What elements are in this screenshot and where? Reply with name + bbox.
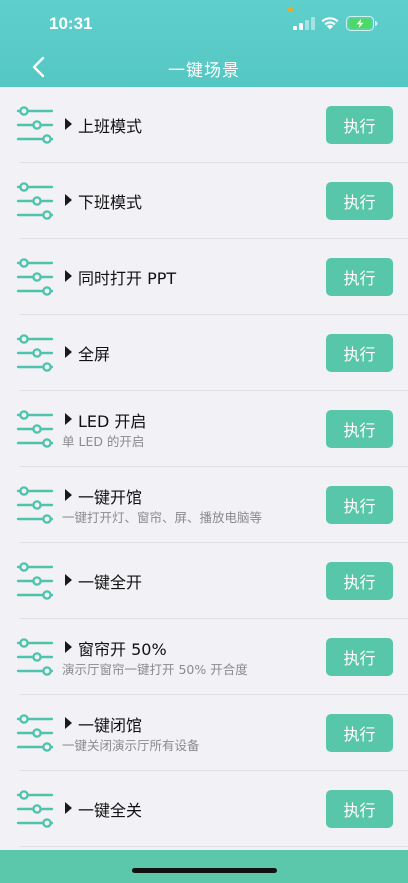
expand-triangle-icon — [65, 346, 72, 358]
execute-button[interactable]: 执行 — [326, 106, 393, 144]
expand-triangle-icon — [65, 270, 72, 282]
sliders-icon — [16, 713, 54, 753]
execute-button[interactable]: 执行 — [326, 410, 393, 448]
top-bar: 10:31 一键场景 — [0, 0, 408, 87]
scene-row[interactable]: 上班模式 执行 — [0, 87, 408, 163]
scene-title: 下班模式 — [78, 193, 143, 212]
sliders-icon — [16, 409, 54, 449]
execute-button[interactable]: 执行 — [326, 486, 393, 524]
recording-dot-icon — [288, 7, 293, 12]
cellular-signal-icon — [293, 17, 315, 30]
sliders-icon — [16, 637, 54, 677]
scene-row[interactable]: 一键开馆一键打开灯、窗帘、屏、播放电脑等 执行 — [0, 467, 408, 543]
execute-button[interactable]: 执行 — [326, 258, 393, 296]
status-bar: 10:31 — [0, 0, 408, 48]
expand-triangle-icon — [65, 118, 72, 130]
scene-subtitle: 一键打开灯、窗帘、屏、播放电脑等 — [62, 510, 263, 525]
scene-row[interactable]: 窗帘开 50% 演示厅窗帘一键打开 50% 开合度 执行 — [0, 619, 408, 695]
scene-subtitle: 一键关闭演示厅所有设备 — [62, 738, 200, 753]
sliders-icon — [16, 485, 54, 525]
wifi-icon — [321, 17, 339, 30]
expand-triangle-icon — [65, 194, 72, 206]
page-title: 一键场景 — [168, 61, 240, 81]
sliders-icon — [16, 789, 54, 829]
battery-charging-icon — [346, 16, 378, 31]
scene-list: 上班模式 执行 下班模式 执行 同时打开 PPT 执行 全屏 执行 LED 开启… — [0, 87, 408, 850]
sliders-icon — [16, 333, 54, 373]
expand-triangle-icon — [65, 413, 72, 425]
scene-row[interactable]: 下班模式 执行 — [0, 163, 408, 239]
expand-triangle-icon — [65, 717, 72, 729]
execute-button[interactable]: 执行 — [326, 638, 393, 676]
bottom-bar — [0, 850, 408, 883]
sliders-icon — [16, 105, 54, 145]
scene-row[interactable]: LED 开启单 LED 的开启 执行 — [0, 391, 408, 467]
scene-row[interactable]: 一键全开 执行 — [0, 543, 408, 619]
status-time: 10:31 — [49, 14, 93, 33]
scene-row[interactable]: 一键闭馆一键关闭演示厅所有设备 执行 — [0, 695, 408, 771]
scene-title: 一键开馆 — [78, 488, 143, 507]
scene-title: 同时打开 PPT — [78, 269, 177, 288]
scene-row[interactable]: 一键全关 执行 — [0, 771, 408, 847]
execute-button[interactable]: 执行 — [326, 334, 393, 372]
scene-title: LED 开启 — [78, 412, 147, 431]
expand-triangle-icon — [65, 574, 72, 586]
sliders-icon — [16, 561, 54, 601]
execute-button[interactable]: 执行 — [326, 714, 393, 752]
scene-title: 一键全开 — [78, 573, 143, 592]
execute-button[interactable]: 执行 — [326, 562, 393, 600]
execute-button[interactable]: 执行 — [326, 182, 393, 220]
scene-title: 全屏 — [78, 345, 111, 364]
expand-triangle-icon — [65, 489, 72, 501]
expand-triangle-icon — [65, 641, 72, 653]
scene-title: 上班模式 — [78, 117, 143, 136]
scene-row[interactable]: 全屏 执行 — [0, 315, 408, 391]
scene-subtitle: 单 LED 的开启 — [62, 434, 145, 449]
expand-triangle-icon — [65, 802, 72, 814]
home-indicator[interactable] — [132, 868, 277, 873]
nav-bar: 一键场景 — [0, 48, 408, 87]
scene-title: 一键闭馆 — [78, 716, 143, 735]
scene-title: 一键全关 — [78, 801, 143, 820]
execute-button[interactable]: 执行 — [326, 790, 393, 828]
scene-subtitle: 演示厅窗帘一键打开 50% 开合度 — [62, 662, 248, 677]
scene-title: 窗帘开 50% — [78, 640, 167, 659]
scene-row[interactable]: 同时打开 PPT 执行 — [0, 239, 408, 315]
sliders-icon — [16, 181, 54, 221]
sliders-icon — [16, 257, 54, 297]
